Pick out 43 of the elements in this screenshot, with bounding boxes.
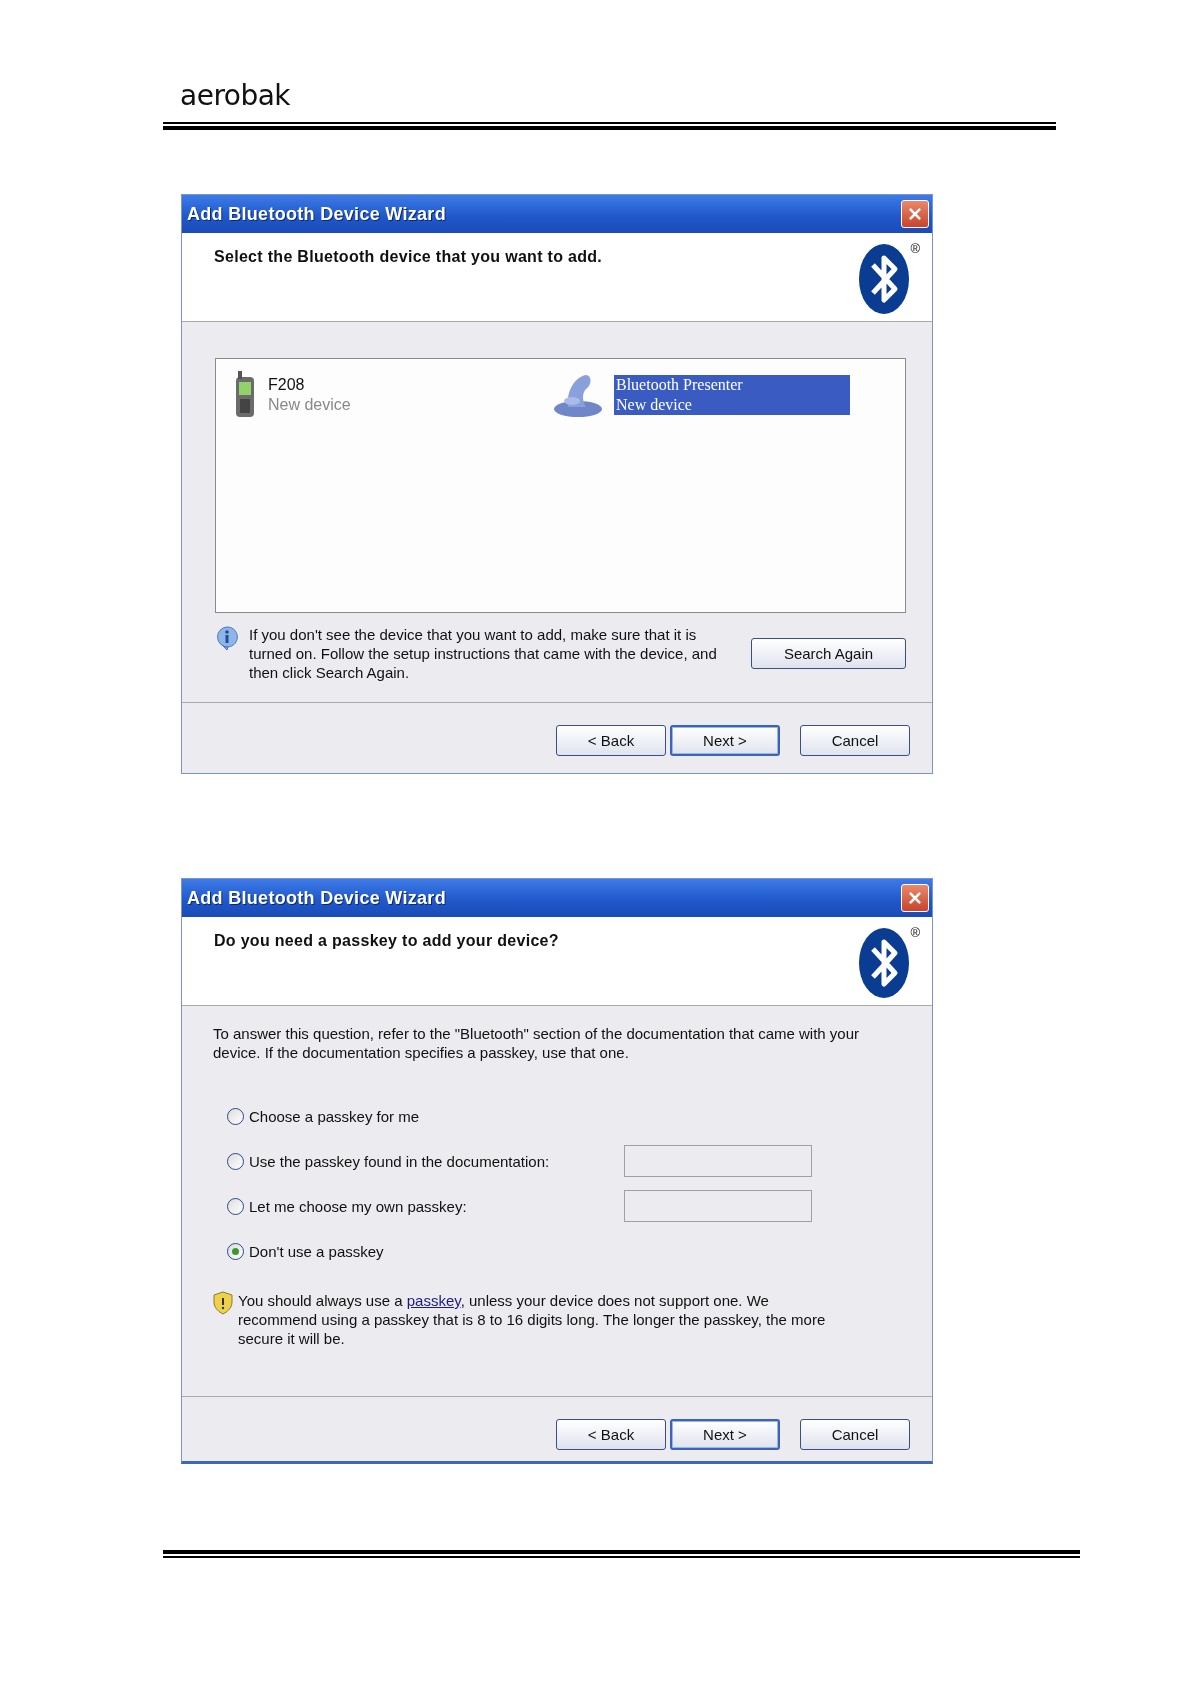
device-name: Bluetooth Presenter: [616, 375, 744, 395]
info-icon: [215, 625, 239, 651]
wizard-button[interactable]: < Back: [556, 725, 666, 756]
radio-button[interactable]: [227, 1107, 244, 1125]
passkey-field[interactable]: [624, 1190, 812, 1222]
registered-mark: ®: [910, 241, 920, 256]
radio-button[interactable]: [227, 1242, 244, 1260]
wizard-button[interactable]: Cancel: [800, 1419, 910, 1450]
shield-warning-icon: [213, 1291, 233, 1315]
bluetooth-logo-icon: [858, 927, 911, 999]
wizard-button[interactable]: Cancel: [800, 725, 910, 756]
wizard-button[interactable]: Next >: [670, 725, 780, 756]
brand-logo: aerobak: [180, 80, 291, 112]
window-title: Add Bluetooth Device Wizard: [187, 203, 446, 225]
info-text: If you don't see the device that you want to add, make sure that it is turned on. Follow the setup instructions that came with the device, and then click Search Again.: [249, 625, 718, 682]
passkey-link[interactable]: passkey: [406, 1292, 461, 1309]
bluetooth-logo-icon: [858, 243, 911, 315]
wizard-button[interactable]: < Back: [556, 1419, 666, 1450]
search-again-button[interactable]: Search Again: [751, 638, 906, 669]
radio-button[interactable]: [227, 1197, 244, 1215]
wizard-heading: Do you need a passkey to add your device?: [214, 932, 559, 951]
window-title: Add Bluetooth Device Wizard: [187, 887, 446, 909]
option-label[interactable]: Let me choose my own passkey:: [249, 1197, 624, 1215]
registered-mark: ®: [910, 925, 920, 940]
wizard-button[interactable]: Next >: [670, 1419, 780, 1450]
option-label[interactable]: Choose a passkey for me: [249, 1107, 624, 1125]
close-button[interactable]: [901, 200, 929, 228]
option-label[interactable]: Don't use a passkey: [249, 1242, 624, 1260]
device-name: F208: [268, 375, 306, 395]
close-button[interactable]: [901, 884, 929, 912]
intro-text: To answer this question, refer to the "Bluetooth" section of the documentation that came with your device. If the documentation specifies a passkey, use that one.: [213, 1024, 860, 1062]
passkey-field[interactable]: [624, 1145, 812, 1177]
option-label[interactable]: Use the passkey found in the documentation:: [249, 1152, 624, 1170]
device-item[interactable]: Bluetooth Presenter New device: [614, 375, 850, 415]
device-status: New device: [616, 395, 693, 415]
close-icon: [908, 890, 922, 906]
phone-icon: [234, 371, 256, 419]
device-status: New device: [268, 395, 352, 415]
radio-button[interactable]: [227, 1152, 244, 1170]
wizard-heading: Select the Bluetooth device that you want to add.: [214, 248, 603, 267]
close-icon: [908, 206, 922, 222]
warning-text: You should always use a passkey, unless your device does not support one. We recommend using a passkey that is 8 to 16 digits long. The longer the passkey, the more secure it will be.: [238, 1291, 827, 1348]
device-item[interactable]: F208 New device: [266, 375, 502, 415]
